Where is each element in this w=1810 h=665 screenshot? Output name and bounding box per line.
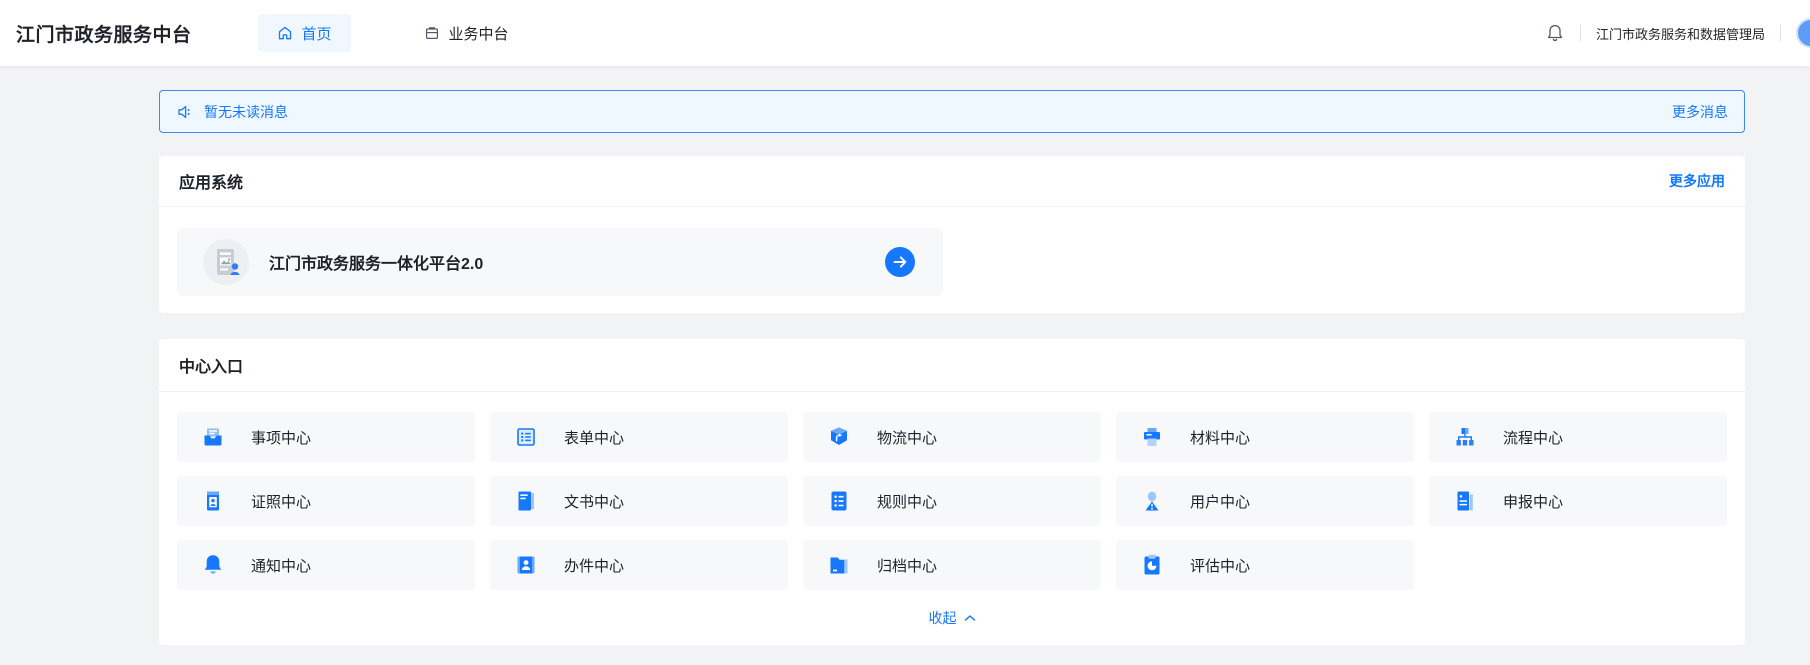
user-icon xyxy=(1140,489,1164,513)
org-name: 江门市政务服务和数据管理局 xyxy=(1595,26,1765,42)
more-messages-link[interactable]: 更多消息 xyxy=(1672,102,1728,122)
form-icon xyxy=(514,425,538,449)
app-name: 江门市政务服务一体化平台2.0 xyxy=(269,256,484,273)
center-item-cases[interactable]: 办件中心 xyxy=(490,540,788,590)
app-system-card-header: 应用系统 更多应用 xyxy=(159,156,1745,207)
app-system-card: 应用系统 更多应用 江门市政务服务一体化平台2.0 xyxy=(159,156,1745,313)
center-label: 办件中心 xyxy=(564,557,625,575)
section-title: 应用系统 xyxy=(179,175,244,192)
nav-item-home[interactable]: 首页 xyxy=(257,14,351,52)
main-nav: 首页 业务中台 xyxy=(257,14,528,52)
collapse-link[interactable]: 收起 xyxy=(929,608,976,628)
centers-card: 中心入口 事项中心 表单中心 物流中心 材料中心 流程中心 证照中心 文书中心 … xyxy=(159,339,1745,645)
printer-icon xyxy=(1140,425,1164,449)
header-divider xyxy=(1579,25,1581,41)
center-label: 事项中心 xyxy=(251,429,312,447)
nav-item-business[interactable]: 业务中台 xyxy=(405,14,528,52)
clipboard-pie-icon xyxy=(1140,553,1164,577)
center-item-archives[interactable]: 归档中心 xyxy=(803,540,1101,590)
notification-bell-icon[interactable] xyxy=(1545,23,1565,43)
center-label: 规则中心 xyxy=(877,493,938,511)
app-title: 江门市政务服务中台 xyxy=(16,24,192,46)
app-system-card-body: 江门市政务服务一体化平台2.0 xyxy=(159,207,1745,313)
center-label: 物流中心 xyxy=(877,429,938,447)
center-item-evaluation[interactable]: 评估中心 xyxy=(1116,540,1414,590)
header-right: 江门市政务服务和数据管理局 xyxy=(1545,18,1810,48)
folder-icon xyxy=(827,553,851,577)
center-label: 评估中心 xyxy=(1190,557,1251,575)
collapse-row: 收起 xyxy=(159,590,1745,645)
center-item-logistics[interactable]: 物流中心 xyxy=(803,412,1101,462)
center-label: 归档中心 xyxy=(877,557,938,575)
center-item-materials[interactable]: 材料中心 xyxy=(1116,412,1414,462)
center-label: 流程中心 xyxy=(1503,429,1564,447)
speaker-icon xyxy=(176,103,194,121)
center-item-rules[interactable]: 规则中心 xyxy=(803,476,1101,526)
collapse-label: 收起 xyxy=(928,609,957,626)
book-icon xyxy=(514,489,538,513)
header-divider xyxy=(1780,25,1781,41)
center-label: 文书中心 xyxy=(564,493,625,511)
center-item-users[interactable]: 用户中心 xyxy=(1116,476,1414,526)
badge-user-icon xyxy=(514,553,538,577)
center-item-documents[interactable]: 文书中心 xyxy=(490,476,788,526)
platform-doc-icon xyxy=(203,239,249,285)
center-item-notifications[interactable]: 通知中心 xyxy=(177,540,475,590)
notice-bar: 暂无未读消息 更多消息 xyxy=(159,90,1745,133)
app-item-platform[interactable]: 江门市政务服务一体化平台2.0 xyxy=(177,228,943,296)
centers-grid: 事项中心 表单中心 物流中心 材料中心 流程中心 证照中心 文书中心 规则中心 … xyxy=(159,392,1745,590)
declare-doc-icon xyxy=(1453,489,1477,513)
cube-icon xyxy=(827,425,851,449)
center-item-matters[interactable]: 事项中心 xyxy=(177,412,475,462)
nav-item-label: 首页 xyxy=(301,25,332,43)
center-label: 表单中心 xyxy=(564,429,625,447)
bell-icon xyxy=(201,553,225,577)
nav-item-label: 业务中台 xyxy=(448,25,509,43)
center-label: 证照中心 xyxy=(251,493,312,511)
inbox-icon xyxy=(201,425,225,449)
centers-card-header: 中心入口 xyxy=(159,339,1745,392)
center-label: 用户中心 xyxy=(1190,493,1251,511)
center-item-licenses[interactable]: 证照中心 xyxy=(177,476,475,526)
home-icon xyxy=(277,25,293,41)
rules-list-icon xyxy=(827,489,851,513)
section-title: 中心入口 xyxy=(179,359,244,376)
center-label: 材料中心 xyxy=(1190,429,1251,447)
chevron-up-icon xyxy=(964,614,976,622)
briefcase-icon xyxy=(424,25,440,41)
center-item-process[interactable]: 流程中心 xyxy=(1429,412,1727,462)
user-avatar[interactable] xyxy=(1796,18,1810,48)
center-item-forms[interactable]: 表单中心 xyxy=(490,412,788,462)
more-apps-link[interactable]: 更多应用 xyxy=(1669,171,1725,191)
flowchart-icon xyxy=(1453,425,1477,449)
center-label: 通知中心 xyxy=(251,557,312,575)
center-label: 申报中心 xyxy=(1503,493,1564,511)
notice-message: 暂无未读消息 xyxy=(204,103,288,120)
id-card-icon xyxy=(201,489,225,513)
arrow-right-circle-icon[interactable] xyxy=(885,247,915,277)
center-item-declaration[interactable]: 申报中心 xyxy=(1429,476,1727,526)
top-header: 江门市政务服务中台 首页 业务中台 江门市政务服务和数据管理局 xyxy=(0,0,1810,66)
